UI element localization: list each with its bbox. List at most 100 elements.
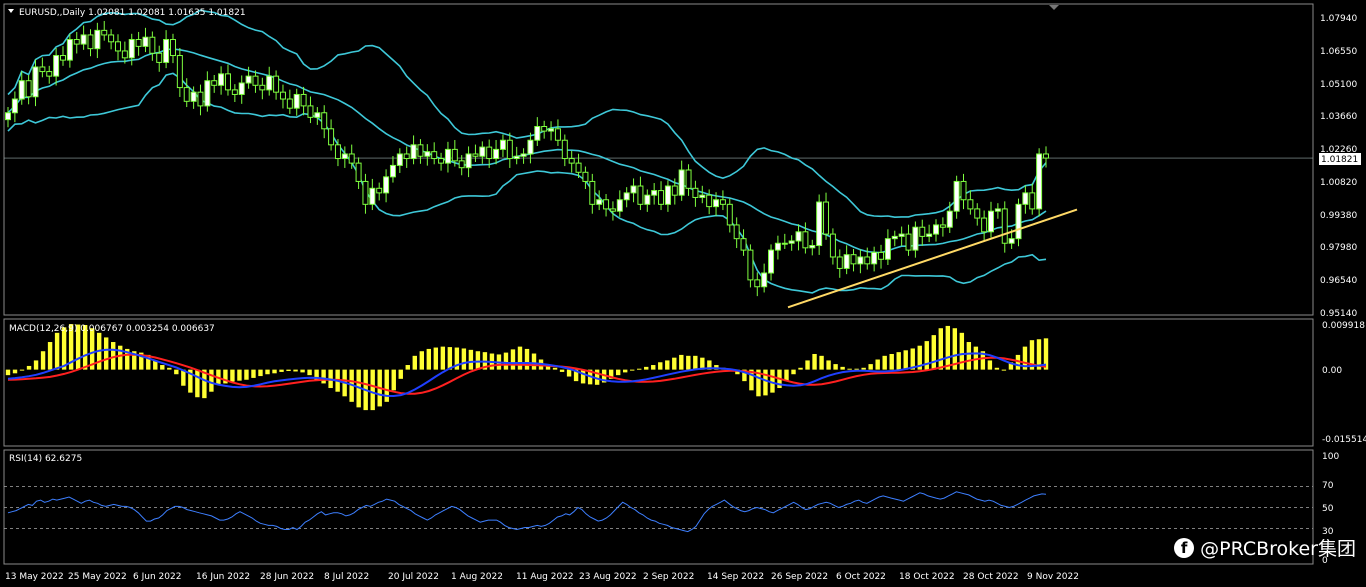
macd-histogram-bar	[812, 353, 817, 370]
macd-histogram-bar	[931, 335, 936, 370]
bear-candle	[259, 84, 266, 91]
bear-candle	[1001, 208, 1008, 244]
date-axis: 13 May 2022 25 May 2022 6 Jun 2022 16 Ju…	[5, 572, 1079, 582]
date-tick: 2 Sep 2022	[643, 572, 694, 582]
bear-candle	[25, 80, 32, 98]
bull-candle	[479, 146, 486, 157]
bear-candle	[438, 158, 445, 164]
macd-histogram-bar	[47, 342, 53, 370]
bull-candle	[341, 153, 348, 160]
date-tick: 25 May 2022	[68, 572, 127, 582]
bull-candle	[5, 112, 11, 121]
bear-candle	[108, 34, 115, 43]
macd-histogram-bar	[615, 369, 621, 376]
bull-candle	[142, 36, 149, 47]
macd-histogram-bar	[833, 364, 838, 370]
macd-histogram-bar	[854, 368, 859, 370]
bull-candle	[493, 148, 500, 160]
macd-histogram-bar	[622, 369, 628, 373]
bear-candle	[135, 39, 142, 47]
bear-candle	[451, 148, 458, 162]
macd-histogram-bar	[665, 360, 670, 370]
macd-histogram-bar	[679, 354, 684, 370]
bear-candle	[575, 162, 582, 173]
price-tick: 0.99380	[1320, 211, 1357, 221]
macd-histogram-bar	[419, 351, 424, 370]
bull-candle	[53, 55, 60, 77]
macd-histogram-bar	[33, 360, 39, 370]
macd-histogram-bar	[1001, 369, 1007, 371]
bear-candle	[967, 199, 974, 210]
bull-candle	[994, 208, 1001, 212]
macd-histogram-bar	[272, 369, 277, 374]
date-tick: 6 Jun 2022	[133, 572, 181, 582]
rsi-tick: 50	[1322, 504, 1334, 514]
bull-candle	[926, 233, 933, 237]
trading-chart[interactable]: EURUSD,,Daily 1.02081 1.02081 1.01635 1.…	[0, 0, 1366, 587]
date-tick: 14 Sep 2022	[707, 572, 764, 582]
bull-candle	[678, 169, 685, 196]
bear-candle	[328, 128, 335, 146]
bear-candle	[582, 171, 589, 182]
bear-candle	[486, 146, 493, 160]
macd-tick: 0.009918	[1322, 321, 1365, 331]
rsi-panel-header: RSI(14) 62.6275	[9, 454, 82, 464]
bear-candle	[101, 29, 108, 36]
macd-histogram-bar	[19, 369, 25, 371]
macd-histogram-bar	[265, 369, 270, 375]
bear-candle	[685, 169, 692, 189]
bull-candle	[651, 190, 658, 196]
bull-candle	[713, 199, 720, 208]
bear-candle	[169, 39, 176, 57]
bull-candle	[424, 151, 431, 157]
bull-candle	[128, 39, 135, 59]
bear-candle	[472, 153, 479, 157]
bull-candle	[761, 272, 768, 288]
macd-histogram-bar	[552, 367, 558, 370]
macd-histogram-bar	[896, 352, 901, 370]
bear-candle	[706, 194, 713, 208]
macd-histogram-bar	[237, 369, 242, 381]
bull-candle	[527, 139, 534, 155]
bull-candle	[66, 39, 73, 61]
bull-candle	[891, 235, 898, 240]
rsi-tick: 70	[1322, 481, 1334, 491]
watermark: f @PRCBroker集团	[1174, 534, 1356, 561]
macd-histogram-bar	[293, 369, 298, 372]
bear-candle	[554, 128, 561, 141]
bear-candle	[637, 185, 644, 205]
bear-candle	[39, 66, 46, 73]
bull-candle	[314, 112, 321, 118]
bull-candle	[953, 180, 960, 212]
macd-histogram-bar	[686, 355, 691, 370]
bull-candle	[369, 187, 376, 205]
bull-candle	[18, 80, 25, 100]
macd-histogram-bar	[938, 328, 943, 370]
bear-candle	[286, 98, 293, 109]
bull-candle	[163, 39, 170, 63]
bear-candle	[1043, 153, 1049, 159]
macd-histogram-bar	[959, 332, 965, 370]
macd-histogram-bar	[630, 369, 635, 371]
bear-candle	[417, 144, 424, 157]
bear-candle	[197, 91, 204, 107]
bull-candle	[94, 29, 101, 50]
macd-histogram-bar	[384, 369, 389, 402]
macd-histogram-bar	[580, 369, 586, 384]
date-tick: 23 Aug 2022	[579, 572, 637, 582]
bear-candle	[87, 34, 94, 50]
bear-candle	[960, 180, 967, 201]
macd-histogram-bar	[566, 369, 572, 377]
macd-histogram-bar	[861, 367, 866, 370]
price-tick: 1.06550	[1320, 47, 1357, 57]
bear-candle	[850, 254, 857, 265]
bear-candle	[121, 50, 128, 59]
bear-candle	[376, 187, 383, 194]
macd-histogram-bar	[40, 351, 46, 370]
bear-candle	[114, 41, 121, 52]
macd-histogram-bar	[672, 357, 677, 370]
bear-candle	[348, 153, 355, 164]
bull-candle	[699, 194, 706, 198]
macd-histogram-bar	[875, 359, 880, 370]
macd-histogram-bar	[398, 369, 403, 379]
